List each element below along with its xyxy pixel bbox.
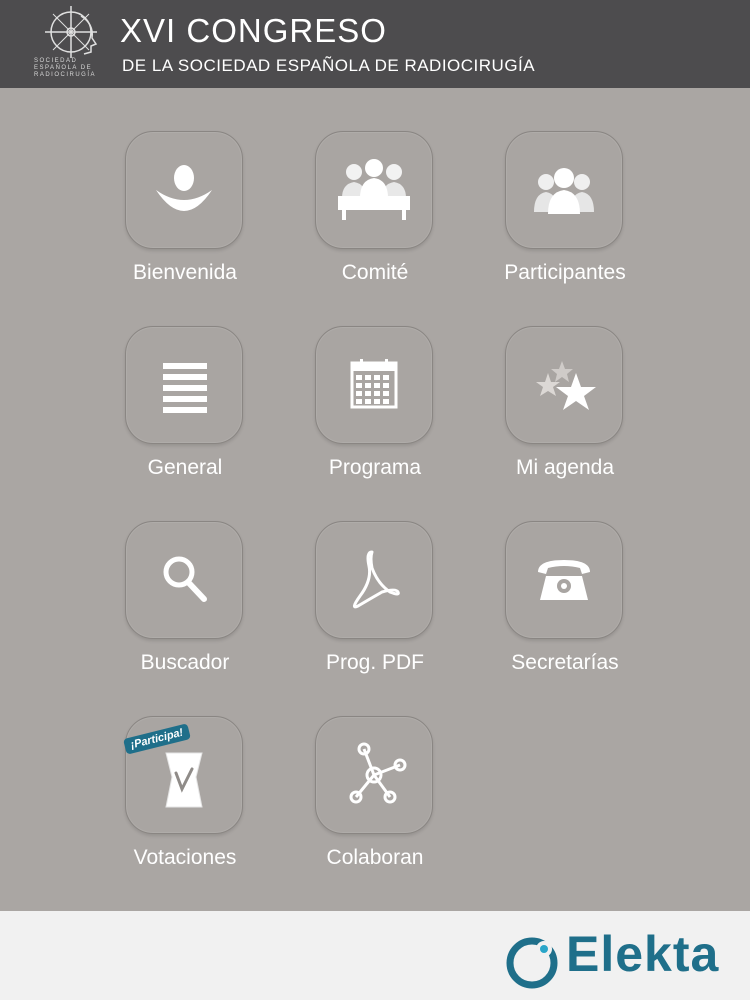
menu-tile-button[interactable]	[505, 131, 623, 249]
menu-item-label: Mi agenda	[515, 456, 615, 479]
calendar-icon	[350, 359, 398, 409]
network-icon	[349, 742, 407, 804]
menu-tile-button[interactable]: ¡Participa!	[123, 716, 243, 834]
menu-item-general[interactable]: General	[90, 326, 280, 496]
logo-line-2: ESPAÑOLA DE	[34, 65, 93, 71]
logo-wordmark: SOCIEDAD ESPAÑOLA DE RADIOCIRUGÍA	[34, 58, 106, 79]
menu-item-buscador[interactable]: Buscador	[90, 521, 280, 691]
pdf-icon	[353, 550, 400, 609]
menu-item-prog-pdf[interactable]: Prog. PDF	[280, 521, 470, 691]
menu-item-label: Participantes	[504, 261, 626, 284]
menu-item-label: General	[147, 456, 223, 479]
menu-item-label: Buscador	[140, 651, 230, 674]
menu-item-label: Comité	[341, 261, 409, 284]
menu-tile-button[interactable]	[315, 521, 433, 639]
stars-icon	[536, 361, 596, 410]
menu-item-label: Bienvenida	[133, 261, 237, 284]
logo-line-3: RADIOCIRUGÍA	[34, 72, 97, 78]
menu-tile-button[interactable]	[125, 131, 243, 249]
menu-tile-button[interactable]	[315, 131, 433, 249]
telephone-icon	[538, 560, 590, 600]
page-title: XVI CONGRESO	[120, 12, 387, 49]
menu-item-comite[interactable]: Comité	[280, 131, 470, 301]
menu-item-votaciones[interactable]: ¡Participa! Votaciones	[90, 716, 280, 886]
menu-tile-button[interactable]	[315, 716, 433, 834]
main-menu-grid: Bienvenida Comité Participantes General …	[0, 88, 750, 911]
menu-item-label: Programa	[328, 456, 422, 479]
menu-tile-button[interactable]	[505, 326, 623, 444]
list-icon	[163, 363, 207, 413]
elekta-brand[interactable]: Elekta	[566, 925, 719, 983]
menu-item-label: Secretarías	[511, 651, 619, 674]
sponsor-footer: Elekta	[0, 911, 750, 1000]
menu-item-bienvenida[interactable]: Bienvenida	[90, 131, 280, 301]
participants-icon	[534, 168, 594, 214]
menu-item-participantes[interactable]: Participantes	[470, 131, 660, 301]
page-subtitle: DE LA SOCIEDAD ESPAÑOLA DE RADIOCIRUGÍA	[122, 56, 536, 75]
app-header: SOCIEDAD ESPAÑOLA DE RADIOCIRUGÍA XVI CO…	[0, 0, 750, 88]
committee-icon	[338, 159, 410, 220]
menu-tile-button[interactable]	[505, 521, 623, 639]
menu-item-label: Votaciones	[133, 846, 237, 869]
search-icon	[163, 556, 207, 602]
logo-line-1: SOCIEDAD	[34, 58, 78, 64]
welcome-icon	[156, 165, 212, 211]
menu-item-mi-agenda[interactable]: Mi agenda	[470, 326, 660, 496]
menu-item-programa[interactable]: Programa	[280, 326, 470, 496]
menu-tile-button[interactable]	[125, 326, 243, 444]
menu-item-label: Prog. PDF	[325, 651, 425, 674]
menu-item-label: Colaboran	[326, 846, 424, 869]
menu-item-secretarias[interactable]: Secretarías	[470, 521, 660, 691]
menu-item-colaboran[interactable]: Colaboran	[280, 716, 470, 886]
menu-tile-button[interactable]	[125, 521, 243, 639]
menu-tile-button[interactable]	[315, 326, 433, 444]
